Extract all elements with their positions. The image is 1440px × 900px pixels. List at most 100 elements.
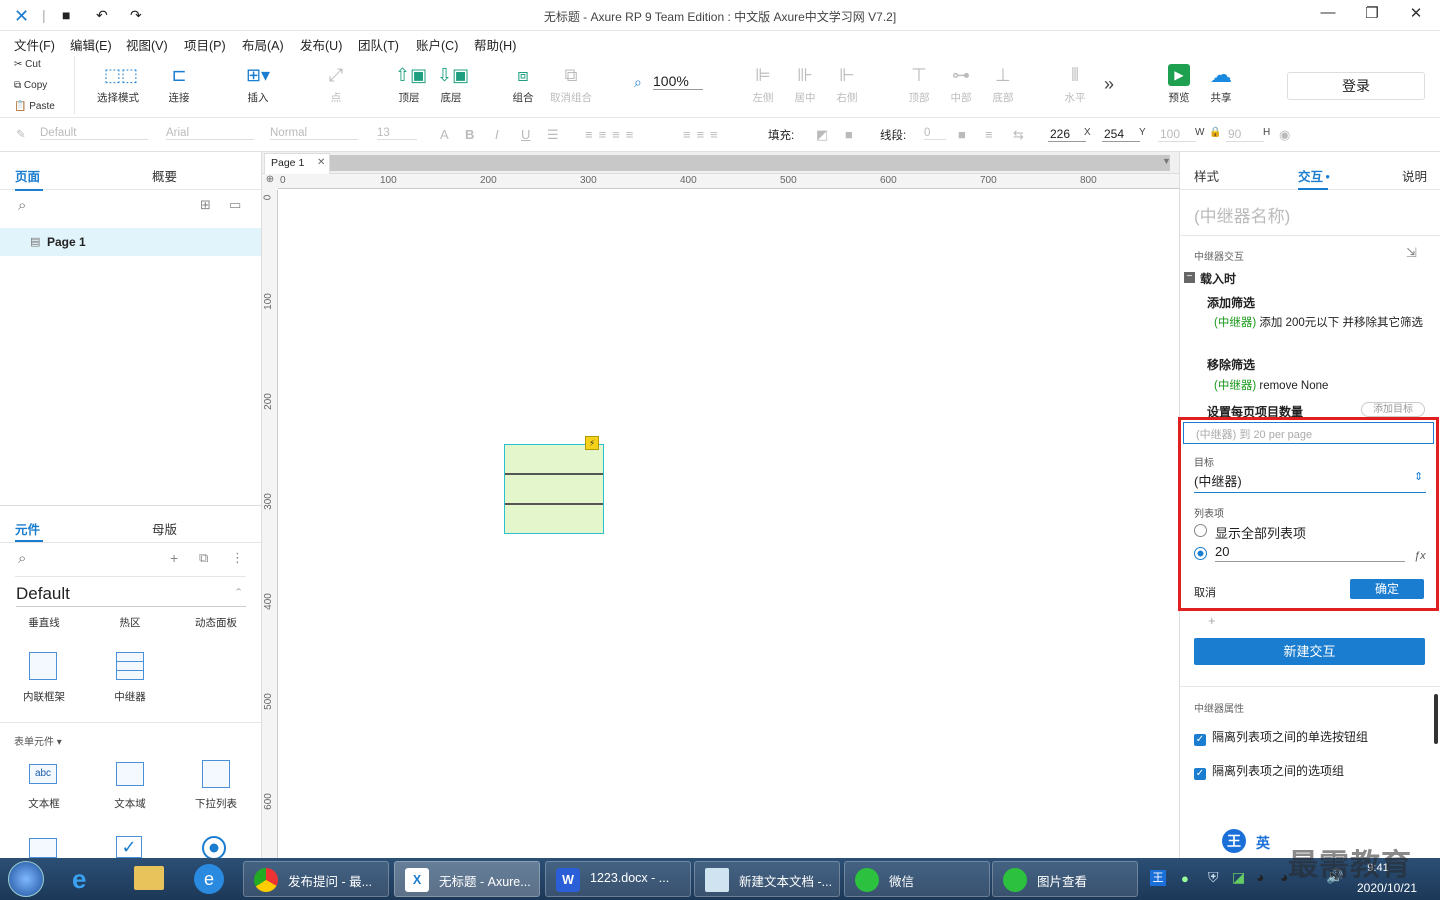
fill-color-icon[interactable]: ◩ xyxy=(816,127,828,143)
arrow-style-icon[interactable]: ⇆ xyxy=(1013,127,1024,143)
list-box-icon[interactable] xyxy=(29,838,57,858)
login-button[interactable]: 登录 xyxy=(1287,72,1425,100)
tab-masters[interactable]: 母版 xyxy=(152,519,177,538)
tabs-dropdown-icon[interactable]: ▼ xyxy=(1162,156,1171,166)
menu-edit[interactable]: 编辑(E) xyxy=(70,35,112,54)
search-icon[interactable]: ⌕ xyxy=(18,197,26,214)
library-window-icon[interactable]: ⧉ xyxy=(199,550,208,566)
interaction-lightning-icon[interactable]: ⚡ xyxy=(585,436,599,450)
ungroup-button[interactable]: ⧉ 取消组合 xyxy=(541,64,601,105)
tab-outline[interactable]: 概要 xyxy=(152,166,177,185)
ok-button[interactable]: 确定 xyxy=(1350,579,1424,599)
menu-file[interactable]: 文件(F) xyxy=(14,35,55,54)
menu-team[interactable]: 团队(T) xyxy=(358,35,399,54)
valign-icons[interactable]: ≡≡≡ xyxy=(683,127,724,142)
send-bottom-button[interactable]: ⇩▣ 底层 xyxy=(421,64,481,105)
w-input[interactable]: 100 xyxy=(1158,127,1196,142)
font-select[interactable]: Arial xyxy=(166,127,254,140)
action-remove-filter-detail[interactable]: (中继器) remove None xyxy=(1214,377,1328,393)
font-size-select[interactable]: 13 xyxy=(377,127,417,140)
widget-hotspot[interactable]: 热区 xyxy=(100,615,160,630)
cut-button[interactable]: ✂ Cut xyxy=(14,59,41,70)
share-button[interactable]: ☁ 共享 xyxy=(1191,64,1251,105)
maximize-icon[interactable]: ❐ xyxy=(1352,4,1392,26)
fx-icon[interactable]: ƒx xyxy=(1414,550,1426,562)
visibility-eye-icon[interactable]: ◉ xyxy=(1279,127,1290,143)
align-bottom-button[interactable]: ⊥ 底部 xyxy=(973,64,1033,105)
add-action-icon[interactable]: + xyxy=(1208,613,1216,628)
tab-widgets[interactable]: 元件 xyxy=(15,519,40,538)
list-icon[interactable]: ☰ xyxy=(547,127,559,143)
more-vertical-icon[interactable]: ⋮ xyxy=(231,550,244,566)
widget-repeater[interactable]: 中继器 xyxy=(100,689,160,704)
count-radio[interactable] xyxy=(1194,547,1207,560)
connect-button[interactable]: ⊏ 连接 xyxy=(149,64,209,105)
scrollbar-thumb[interactable] xyxy=(1434,694,1438,744)
tab-interactions[interactable]: 交互 ● xyxy=(1298,166,1330,185)
widget-droplist[interactable]: 下拉列表 xyxy=(186,796,246,811)
page-tab[interactable]: Page 1 ✕ xyxy=(264,153,330,174)
target-select[interactable]: (中继器) xyxy=(1194,471,1426,493)
menu-project[interactable]: 项目(P) xyxy=(184,35,226,54)
ime-logo-icon[interactable]: 王 xyxy=(1222,829,1246,853)
task-notepad[interactable]: 新建文本文档 -... xyxy=(694,861,840,897)
collapse-icon[interactable]: − xyxy=(1184,272,1195,283)
shield-icon[interactable]: ⛨ xyxy=(1208,869,1219,886)
action-remove-filter[interactable]: 移除筛选 xyxy=(1207,356,1255,373)
form-widgets-section[interactable]: 表单元件 ▾ xyxy=(14,733,62,748)
task-axure[interactable]: X 无标题 - Axure... xyxy=(394,861,540,897)
add-page-icon[interactable]: ⊞ xyxy=(200,197,211,213)
minimize-icon[interactable]: — xyxy=(1308,4,1348,26)
page-tree-item[interactable]: ▤ Page 1 xyxy=(0,228,261,256)
menu-view[interactable]: 视图(V) xyxy=(126,35,168,54)
repeater-widget[interactable] xyxy=(504,444,604,534)
text-area-icon[interactable] xyxy=(116,762,144,786)
new-interaction-button[interactable]: 新建交互 xyxy=(1194,638,1425,665)
lock-icon[interactable]: 🔒 xyxy=(1209,127,1221,138)
cancel-button[interactable]: 取消 xyxy=(1194,584,1216,600)
explorer-folder-icon[interactable] xyxy=(134,866,164,890)
show-all-radio[interactable] xyxy=(1194,524,1207,537)
ie-icon[interactable]: e xyxy=(72,864,86,895)
add-folder-icon[interactable]: ▭ xyxy=(229,197,241,213)
tab-pages[interactable]: 页面 xyxy=(15,166,40,185)
shadow-icon[interactable]: ■ xyxy=(845,127,853,142)
droplist-icon[interactable] xyxy=(202,760,230,788)
action-add-filter[interactable]: 添加筛选 xyxy=(1207,294,1255,311)
stroke-width-input[interactable]: 0 xyxy=(924,127,946,140)
inline-frame-icon[interactable] xyxy=(29,652,57,680)
qq-icon[interactable]: ◕ xyxy=(1256,869,1264,885)
widget-vertical-line[interactable]: 垂直线 xyxy=(14,615,74,630)
tab-notes[interactable]: 说明 xyxy=(1402,166,1427,185)
insert-button[interactable]: ⊞▾ 插入 xyxy=(228,64,288,105)
copy-button[interactable]: ⧉ Copy xyxy=(14,80,47,91)
tab-style[interactable]: 样式 xyxy=(1194,166,1219,185)
zoom-select[interactable]: 100% xyxy=(653,73,703,90)
menu-publish[interactable]: 发布(U) xyxy=(300,35,342,54)
task-image-viewer[interactable]: 图片查看 xyxy=(992,861,1138,897)
library-select[interactable]: Default xyxy=(16,584,246,607)
distribute-horizontal-button[interactable]: ⫴ 水平 xyxy=(1045,64,1105,105)
select-mode-button[interactable]: ⬚⬚ 选择模式 xyxy=(88,64,148,105)
wechat-tray-icon[interactable]: ● xyxy=(1181,871,1189,886)
bold-icon[interactable]: B xyxy=(465,127,474,142)
text-align-icons[interactable]: ≡≡≡≡ xyxy=(585,127,639,142)
expand-window-icon[interactable]: ⇲ xyxy=(1406,245,1417,261)
paste-button[interactable]: 📋 Paste xyxy=(14,101,55,112)
add-target-button[interactable]: 添加目标 xyxy=(1361,402,1425,417)
text-field-icon[interactable]: abc xyxy=(29,764,57,784)
repeater-icon[interactable] xyxy=(116,652,144,680)
align-right-button[interactable]: ⊩ 右侧 xyxy=(817,64,877,105)
add-library-icon[interactable]: + xyxy=(170,550,178,566)
text-color-icon[interactable]: A xyxy=(440,127,449,142)
ime-tray-icon[interactable]: 王 xyxy=(1150,870,1166,886)
ime-mode[interactable]: 英 xyxy=(1256,833,1270,853)
search-icon[interactable]: ⌕ xyxy=(18,550,26,567)
weight-select[interactable]: Normal xyxy=(270,127,358,140)
menu-account[interactable]: 账户(C) xyxy=(416,35,458,54)
isolate-options-checkbox[interactable]: ✓ 隔离列表项之间的选项组 xyxy=(1194,762,1344,780)
stroke-pattern-icon[interactable]: ≡ xyxy=(985,127,993,142)
checkbox-icon[interactable]: ✓ xyxy=(116,836,142,858)
more-chevron-icon[interactable]: » xyxy=(1104,74,1114,95)
menu-arrange[interactable]: 布局(A) xyxy=(242,35,284,54)
